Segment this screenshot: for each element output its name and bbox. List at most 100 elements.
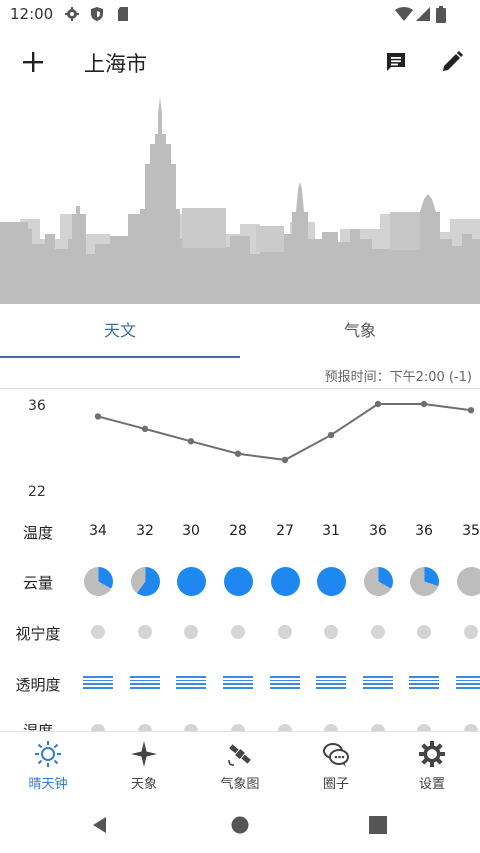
temperature-value: 30 <box>182 523 200 539</box>
temperature-point <box>467 407 475 414</box>
cloud-cover-pie <box>176 567 206 596</box>
transparency-indicator <box>223 676 253 689</box>
transparency-indicator <box>270 676 300 689</box>
temperature-point <box>187 438 195 445</box>
nav-celestial[interactable]: 天象 <box>96 732 192 798</box>
forecast-time-label: 预报时间：下午2:00 (-1) <box>324 370 472 385</box>
transparency-indicator <box>456 676 480 689</box>
humidity-indicator <box>138 724 152 731</box>
edit-icon <box>443 51 463 71</box>
seeing-indicator <box>324 625 338 639</box>
cloud-cover-pie <box>456 567 480 596</box>
message-icon <box>387 53 405 71</box>
humidity-indicator <box>91 724 105 731</box>
app-bar: 上海市 <box>0 30 480 94</box>
seeing-row-label: 视宁度 <box>15 625 61 643</box>
tab-astronomy[interactable]: 天文 <box>0 304 240 358</box>
cloud-cover-pie <box>270 567 300 596</box>
gear-icon <box>65 7 79 21</box>
temperature-value: 27 <box>276 523 294 539</box>
nav-label: 气象图 <box>220 777 260 792</box>
temperature-value: 32 <box>136 523 154 539</box>
page-title: 上海市 <box>84 52 147 76</box>
seeing-indicator <box>371 625 385 639</box>
satellite-icon <box>228 744 251 766</box>
seeing-indicator <box>231 625 245 639</box>
seeing-indicator <box>138 625 152 639</box>
temperature-chart: 36 22 <box>0 392 480 502</box>
humidity-indicator <box>464 724 478 731</box>
temperature-point <box>327 431 335 439</box>
temperature-point <box>420 400 428 408</box>
humidity-indicator <box>278 724 292 731</box>
transparency-indicator <box>316 676 346 689</box>
transparency-row-label: 透明度 <box>15 676 61 694</box>
humidity-indicator <box>184 724 198 731</box>
temperature-row-label: 温度 <box>22 524 53 542</box>
temperature-value: 36 <box>369 523 387 539</box>
cloud-cover-pie <box>409 567 439 596</box>
nav-clear-sky-clock[interactable]: 晴天钟 <box>0 732 96 798</box>
temperature-value: 31 <box>322 523 340 539</box>
temperature-value: 36 <box>415 523 433 539</box>
back-icon[interactable] <box>90 815 110 835</box>
transparency-indicator <box>176 676 206 689</box>
transparency-indicator <box>83 676 113 689</box>
divider <box>0 388 480 389</box>
nav-label: 圈子 <box>322 777 349 792</box>
edit-button[interactable] <box>434 44 470 80</box>
plus-icon <box>23 52 43 72</box>
nav-label: 晴天钟 <box>28 777 68 792</box>
temperature-point <box>94 413 102 420</box>
temperature-line-plot <box>94 400 475 464</box>
transparency-indicator <box>409 676 439 689</box>
temperature-value: 35 <box>462 523 480 539</box>
nav-label: 设置 <box>418 777 445 792</box>
humidity-indicator <box>417 724 431 731</box>
temperature-value: 34 <box>89 523 107 539</box>
chat-bubbles-icon <box>323 743 349 767</box>
battery-icon <box>436 6 446 23</box>
seeing-indicator <box>278 625 292 639</box>
gear-icon <box>419 741 445 767</box>
nav-label: 天象 <box>130 777 157 792</box>
recents-icon[interactable] <box>369 816 387 834</box>
sun-icon <box>35 741 61 767</box>
sdcard-icon <box>118 7 128 21</box>
message-button[interactable] <box>378 44 414 80</box>
cloud-cover-pie <box>363 567 393 596</box>
seeing-indicator <box>91 625 105 639</box>
status-bar: 12:00 <box>0 0 480 30</box>
tab-bar: 天文 气象 <box>0 304 480 358</box>
transparency-indicator <box>130 676 160 689</box>
nav-weather-map[interactable]: 气象图 <box>192 732 288 798</box>
seeing-indicator <box>184 625 198 639</box>
temperature-line <box>97 403 472 461</box>
temperature-point <box>234 450 242 457</box>
home-icon[interactable] <box>230 815 250 835</box>
cloud-cover-pie <box>83 567 113 596</box>
system-navigation-bar <box>0 797 480 853</box>
temperature-point <box>374 400 382 408</box>
bottom-navigation: 晴天钟 天象 气象图 圈子 设置 <box>0 731 480 797</box>
nav-settings[interactable]: 设置 <box>384 732 480 798</box>
humidity-indicator <box>231 724 245 731</box>
city-skyline-illustration <box>0 94 480 304</box>
status-time: 12:00 <box>10 5 54 23</box>
temperature-point <box>141 425 149 433</box>
cloud-cover-pie <box>223 567 253 596</box>
seeing-indicator <box>464 625 478 639</box>
humidity-indicator <box>324 724 338 731</box>
wifi-icon <box>395 7 413 21</box>
temperature-value: 28 <box>229 523 247 539</box>
tab-weather[interactable]: 气象 <box>240 304 480 358</box>
add-city-button[interactable] <box>15 44 51 80</box>
nav-circle[interactable]: 圈子 <box>288 732 384 798</box>
cloud-row-label: 云量 <box>22 574 53 592</box>
signal-icon <box>416 7 430 21</box>
cloud-cover-pie <box>130 567 160 596</box>
sparkle-icon <box>131 741 157 767</box>
tab-indicator <box>0 356 240 358</box>
humidity-indicator <box>371 724 385 731</box>
shield-icon <box>91 7 103 21</box>
